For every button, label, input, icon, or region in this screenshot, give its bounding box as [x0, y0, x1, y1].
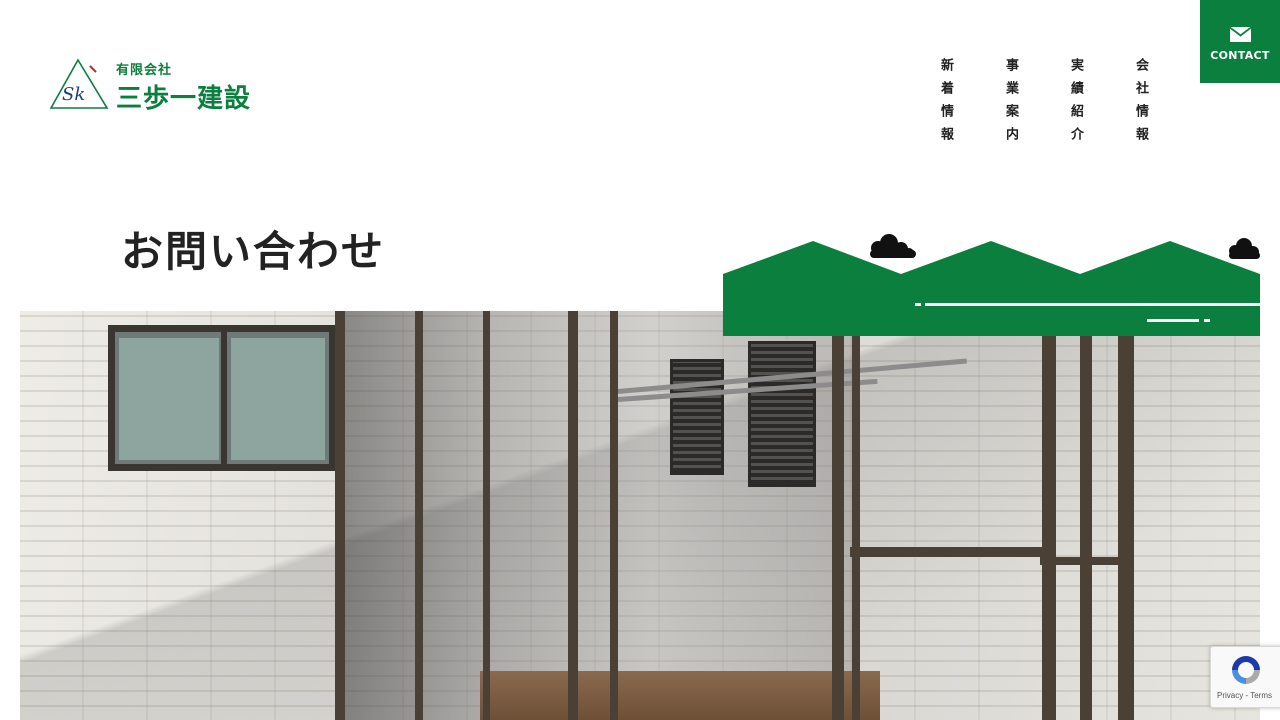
hero-frame-post: [852, 331, 860, 720]
hero-frame-post: [1080, 331, 1092, 720]
recaptcha-icon: [1232, 656, 1260, 684]
recaptcha-privacy-link[interactable]: Privacy: [1217, 691, 1243, 700]
hero-louver-window: [748, 341, 816, 487]
site-logo[interactable]: Sk 有限会社 三歩一建設: [50, 58, 280, 114]
cloud-icon: [870, 234, 916, 258]
hero-frame-post: [483, 311, 490, 720]
contact-button[interactable]: CONTACT: [1200, 0, 1280, 83]
logo-monogram: Sk: [62, 84, 85, 105]
hero-frame-post: [1118, 331, 1134, 720]
hero-window-mullion: [221, 332, 227, 464]
cloud-icon: [1229, 238, 1260, 259]
hero-frame-post: [335, 311, 345, 720]
logo-company-type: 有限会社: [116, 63, 173, 78]
nav-item-news[interactable]: 新着情報: [930, 58, 953, 150]
nav-item-business[interactable]: 事業案内: [995, 58, 1018, 150]
hero-frame-rail: [1040, 557, 1130, 565]
nav-item-company[interactable]: 会社情報: [1125, 58, 1148, 150]
recaptcha-terms-link[interactable]: Terms: [1250, 691, 1272, 700]
page-title: お問い合わせ: [121, 227, 386, 276]
hero-deck-floor: [480, 671, 880, 720]
hero-frame-post: [415, 311, 423, 720]
hero-frame-post: [1042, 331, 1056, 720]
hero-frame-rail: [850, 547, 1050, 557]
decorative-roof-banner: [723, 234, 1260, 336]
logo-mark-icon: Sk: [50, 58, 109, 109]
mail-icon: [1230, 27, 1251, 42]
hero-frame-post: [832, 331, 844, 720]
hero-curtain: [119, 338, 219, 460]
hero-curtain: [231, 338, 325, 460]
hero-frame-post: [568, 311, 578, 720]
logo-company-name: 三歩一建設: [116, 84, 252, 114]
hero-window-left: [108, 325, 336, 471]
recaptcha-badge[interactable]: Privacy - Terms: [1210, 646, 1280, 708]
hero-frame-post: [610, 311, 618, 720]
contact-label: CONTACT: [1210, 49, 1270, 62]
hero-louver-window: [670, 359, 724, 475]
hero-image: [20, 311, 1260, 720]
recaptcha-links: Privacy - Terms: [1217, 691, 1272, 700]
nav-item-works[interactable]: 実績紹介: [1060, 58, 1083, 150]
